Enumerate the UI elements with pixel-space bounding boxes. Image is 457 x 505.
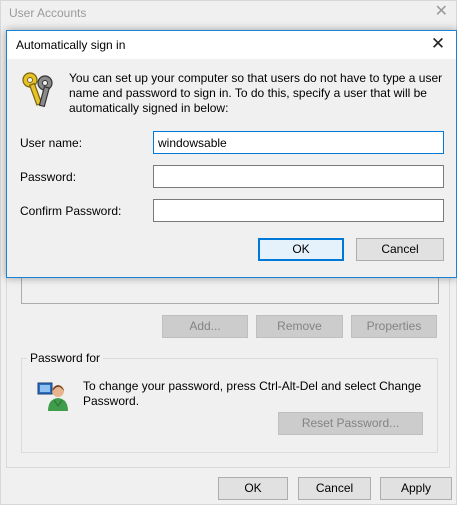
dialog-ok-button[interactable]: OK <box>258 238 344 261</box>
password-group-label: Password for <box>27 351 104 365</box>
close-icon[interactable]: ✕ <box>435 3 448 21</box>
properties-button[interactable]: Properties <box>351 315 437 338</box>
confirm-password-field[interactable] <box>153 199 444 222</box>
add-button[interactable]: Add... <box>162 315 248 338</box>
dialog-description: You can set up your computer so that use… <box>69 71 443 115</box>
reset-password-button[interactable]: Reset Password... <box>278 412 423 435</box>
dialog-title: Automatically sign in <box>16 38 126 52</box>
username-field[interactable] <box>153 131 444 154</box>
window-title: User Accounts <box>9 6 87 20</box>
ok-button[interactable]: OK <box>218 477 288 500</box>
close-icon[interactable]: ✕ <box>426 33 450 57</box>
dialog-titlebar: Automatically sign in ✕ <box>7 31 456 59</box>
password-instructions: To change your password, press Ctrl-Alt-… <box>83 379 422 408</box>
password-field[interactable] <box>153 165 444 188</box>
user-icon <box>37 382 68 411</box>
username-label: User name: <box>20 136 83 150</box>
confirm-password-label: Confirm Password: <box>20 204 122 218</box>
password-label: Password: <box>20 170 77 184</box>
cancel-button[interactable]: Cancel <box>298 477 371 500</box>
keys-icon <box>22 72 53 108</box>
dialog-cancel-button[interactable]: Cancel <box>356 238 444 261</box>
auto-sign-in-dialog: Automatically sign in ✕ You can set up y… <box>6 30 457 278</box>
apply-button[interactable]: Apply <box>380 477 452 500</box>
remove-button[interactable]: Remove <box>256 315 343 338</box>
